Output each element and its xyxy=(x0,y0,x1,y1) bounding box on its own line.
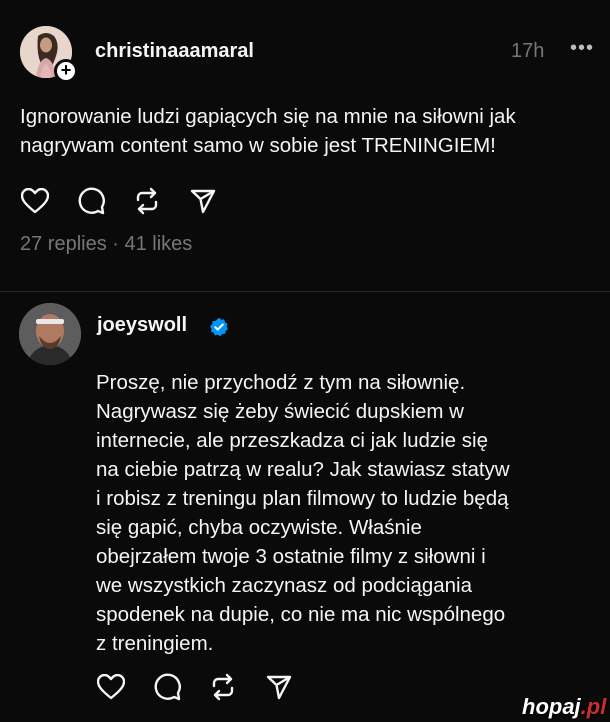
watermark-tld: .pl xyxy=(580,694,607,719)
thread-post-1: + christinaaamaral 17h ••• Ignorowanie l… xyxy=(0,0,610,292)
verified-icon xyxy=(210,317,228,337)
post-text-line: na ciebie patrzą w realu? Jak stawiasz s… xyxy=(96,458,510,481)
heart-icon[interactable] xyxy=(20,186,50,216)
post-text: Proszę, nie przychodź z tym na siłownię.… xyxy=(96,368,601,658)
post-text-line: się gapić, chyba oczywiste. Właśnie xyxy=(96,516,422,539)
heart-icon[interactable] xyxy=(96,672,126,702)
post-text-line: spodenek na dupie, co nie ma nic wspólne… xyxy=(96,603,506,626)
post-actions xyxy=(96,672,320,702)
repost-icon[interactable] xyxy=(132,186,162,216)
comment-icon[interactable] xyxy=(152,672,182,702)
post-text-line: Proszę, nie przychodź z tym na siłownię. xyxy=(96,371,466,394)
post-text-line: Ignorowanie ludzi gapiących się na mnie … xyxy=(20,105,516,128)
watermark-logo: hopaj.pl xyxy=(522,694,606,720)
avatar-image xyxy=(19,303,81,365)
post-text-line: nagrywam content samo w sobie jest TRENI… xyxy=(20,134,496,157)
post-text-line: Nagrywasz się żeby świecić dupskiem w xyxy=(96,400,464,423)
watermark-name: hopaj xyxy=(522,694,581,719)
post-text-line: obejrzałem twoje 3 ostatnie filmy z siło… xyxy=(96,545,486,568)
post-text-line: internecie, ale przeszkadza ci jak ludzi… xyxy=(96,429,488,452)
post-text-line: z treningiem. xyxy=(96,632,214,655)
post-text-line: i robisz z treningu plan filmowy to ludz… xyxy=(96,487,509,510)
post-stats[interactable]: 27 replies · 41 likes xyxy=(20,233,192,256)
share-icon[interactable] xyxy=(188,186,218,216)
comment-icon[interactable] xyxy=(76,186,106,216)
username[interactable]: joeyswoll xyxy=(97,314,187,337)
avatar-joeyswoll[interactable] xyxy=(19,303,81,365)
follow-plus-icon[interactable]: + xyxy=(54,59,78,83)
username[interactable]: christinaaamaral xyxy=(95,40,254,63)
post-timestamp: 17h xyxy=(511,40,545,62)
post-text: Ignorowanie ludzi gapiących się na mnie … xyxy=(20,102,605,160)
post-text-line: we wszystkich zaczynasz od podciągania xyxy=(96,574,473,597)
post-actions xyxy=(20,186,244,216)
more-options-icon[interactable]: ••• xyxy=(570,37,594,60)
share-icon[interactable] xyxy=(264,672,294,702)
repost-icon[interactable] xyxy=(208,672,238,702)
